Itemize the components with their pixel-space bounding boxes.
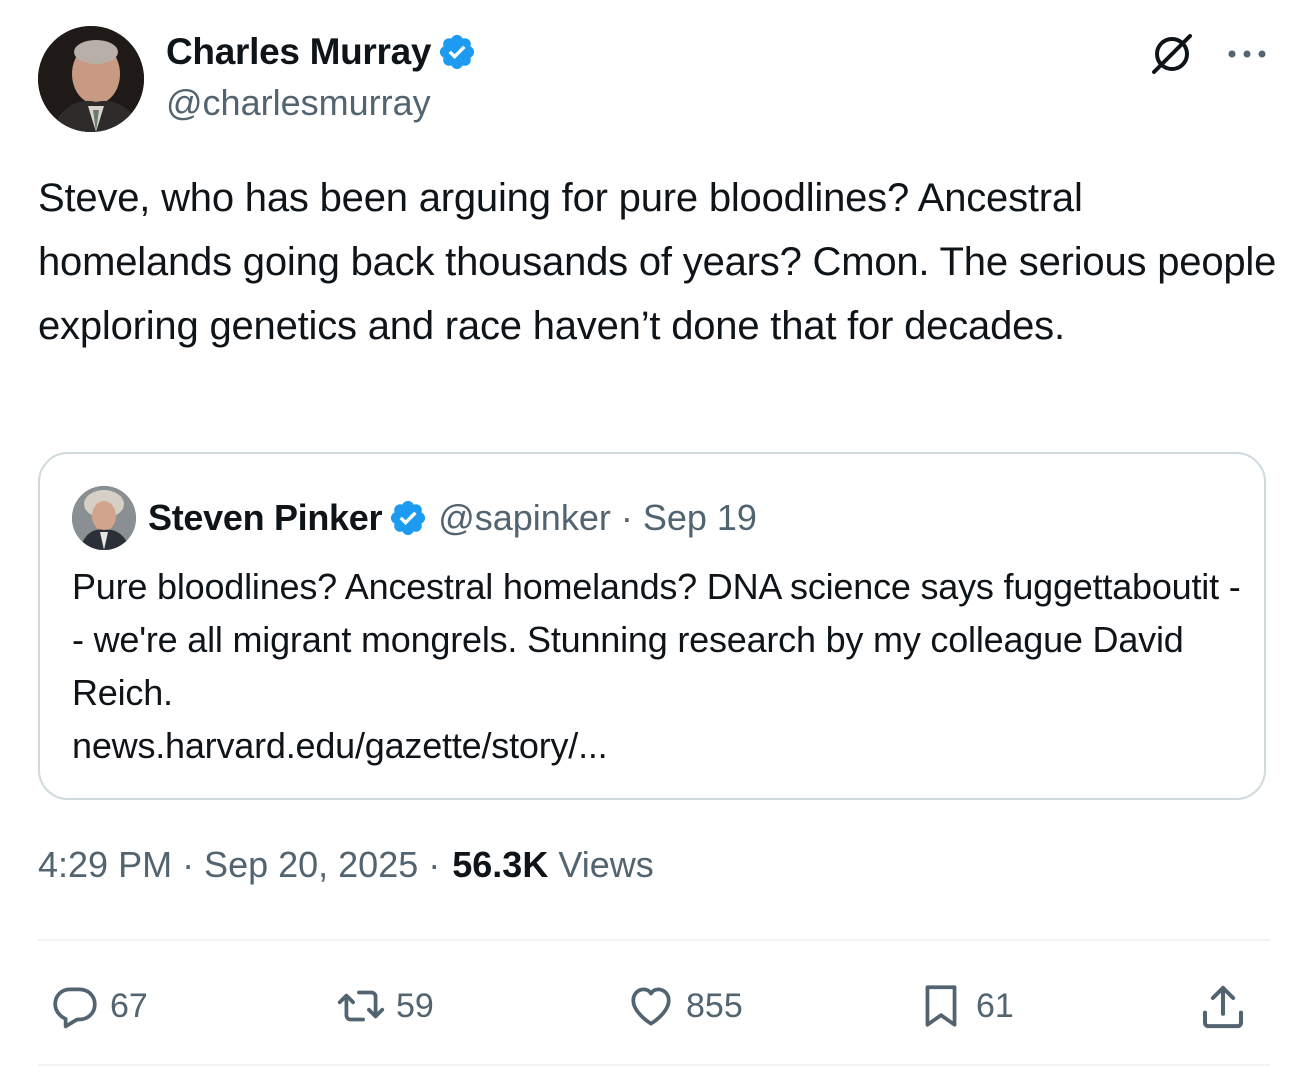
grok-icon[interactable] bbox=[1148, 30, 1196, 78]
tweet-header: Charles Murray @charlesmurray bbox=[38, 24, 1270, 134]
quoted-author-name: Steven Pinker bbox=[148, 497, 383, 538]
like-count: 855 bbox=[686, 986, 743, 1025]
quoted-tweet-header: Steven Pinker @sapinker · Sep 19 bbox=[72, 486, 757, 550]
quoted-author-avatar bbox=[72, 486, 136, 550]
share-icon[interactable] bbox=[1196, 980, 1250, 1034]
bookmark-count: 61 bbox=[976, 986, 1014, 1025]
reply-count: 67 bbox=[110, 986, 148, 1025]
views-label: Views bbox=[558, 844, 654, 885]
tweet-meta: 4:29 PM · Sep 20, 2025 · 56.3K Views bbox=[38, 844, 654, 886]
like-button[interactable]: 855 bbox=[626, 976, 743, 1036]
divider-top bbox=[38, 939, 1270, 941]
more-icon[interactable] bbox=[1224, 34, 1270, 74]
quoted-tweet-text-block: Pure bloodlines? Ancestral homelands? DN… bbox=[72, 560, 1252, 772]
author-handle[interactable]: @charlesmurray bbox=[166, 82, 477, 124]
quoted-meta: @sapinker · Sep 19 bbox=[438, 497, 757, 538]
verified-badge-icon bbox=[391, 500, 426, 536]
views-count: 56.3K bbox=[452, 844, 549, 885]
bookmark-button[interactable]: 61 bbox=[916, 976, 1014, 1036]
quoted-tweet[interactable]: Steven Pinker @sapinker · Sep 19 Pure bl… bbox=[38, 452, 1266, 800]
reply-button[interactable]: 67 bbox=[50, 976, 148, 1036]
verified-badge-icon bbox=[440, 34, 475, 70]
author-name[interactable]: Charles Murray bbox=[166, 31, 432, 73]
like-icon bbox=[631, 987, 671, 1026]
divider-bottom bbox=[38, 1064, 1270, 1066]
bookmark-icon bbox=[925, 985, 957, 1027]
quoted-tweet-text: Pure bloodlines? Ancestral homelands? DN… bbox=[72, 566, 1241, 713]
tweet-timestamp[interactable]: 4:29 PM · Sep 20, 2025 · bbox=[38, 844, 440, 886]
repost-count: 59 bbox=[396, 986, 434, 1025]
action-bar: 67 59 855 61 bbox=[38, 966, 1270, 1046]
repost-icon bbox=[337, 990, 385, 1022]
author-name-row: Charles Murray bbox=[166, 30, 477, 74]
author-info: Charles Murray @charlesmurray bbox=[166, 30, 477, 124]
tweet-text: Steve, who has been arguing for pure blo… bbox=[38, 176, 1277, 348]
repost-button[interactable]: 59 bbox=[336, 976, 434, 1036]
author-avatar[interactable] bbox=[38, 26, 144, 132]
reply-icon bbox=[53, 987, 97, 1029]
quoted-tweet-link[interactable]: news.harvard.edu/gazette/story/... bbox=[72, 719, 1252, 772]
